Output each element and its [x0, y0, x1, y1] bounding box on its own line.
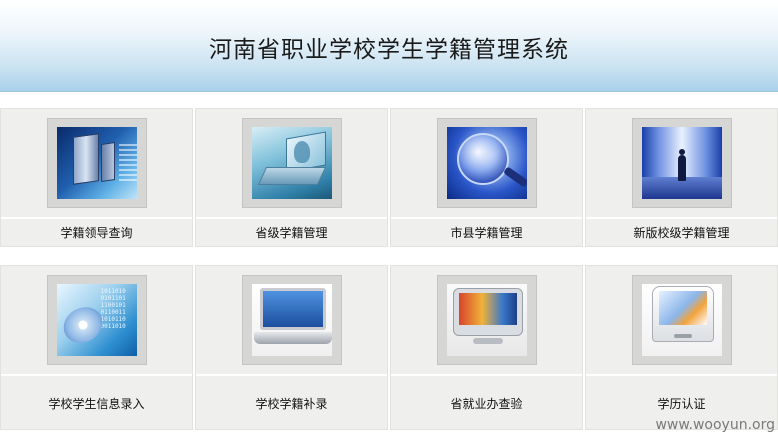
- menu-item-province-management[interactable]: 省级学籍管理: [195, 108, 388, 247]
- menu-item-label[interactable]: 省就业办查验: [391, 395, 582, 412]
- menu-item-leader-query[interactable]: 学籍领导查询: [0, 108, 193, 247]
- magnifier-icon[interactable]: [436, 118, 537, 208]
- menu-row-1: 学籍领导查询 省级学籍管理 市县学籍管理 新版校级学籍管理: [0, 108, 778, 247]
- page-title: 河南省职业学校学生学籍管理系统: [209, 37, 569, 63]
- menu-item-degree-certification[interactable]: 学历认证: [585, 265, 778, 430]
- cd-binary-icon[interactable]: 1011010 0101101 1100101 0110011 1010110 00110…: [46, 275, 147, 365]
- laptop-person-icon[interactable]: [241, 118, 342, 208]
- powerbook-icon[interactable]: [241, 275, 342, 365]
- imac-monitor-icon[interactable]: [436, 275, 537, 365]
- corridor-person-icon[interactable]: [631, 118, 732, 208]
- menu-item-label[interactable]: 学校学籍补录: [196, 395, 387, 412]
- watermark: www.wooyun.org: [655, 417, 775, 433]
- menu-item-student-entry[interactable]: 1011010 0101101 1100101 0110011 1010110 00110…: [0, 265, 193, 430]
- menu-item-label[interactable]: 省级学籍管理: [196, 224, 387, 241]
- menu-item-label[interactable]: 学籍领导查询: [1, 224, 192, 241]
- header-banner: 河南省职业学校学生学籍管理系统: [0, 0, 778, 92]
- menu-item-label[interactable]: 新版校级学籍管理: [586, 224, 777, 241]
- menu-item-label[interactable]: 学历认证: [586, 395, 777, 412]
- menu-item-label[interactable]: 学校学生信息录入: [1, 395, 192, 412]
- menu-item-employment-verification[interactable]: 省就业办查验: [390, 265, 583, 430]
- menu-item-supplementary-entry[interactable]: 学校学籍补录: [195, 265, 388, 430]
- menu-item-school-management[interactable]: 新版校级学籍管理: [585, 108, 778, 247]
- menu-item-city-county-management[interactable]: 市县学籍管理: [390, 108, 583, 247]
- menu-row-2: 1011010 0101101 1100101 0110011 1010110 00110…: [0, 265, 778, 430]
- emac-computer-icon[interactable]: [631, 275, 732, 365]
- server-tower-icon[interactable]: [46, 118, 147, 208]
- menu-item-label[interactable]: 市县学籍管理: [391, 224, 582, 241]
